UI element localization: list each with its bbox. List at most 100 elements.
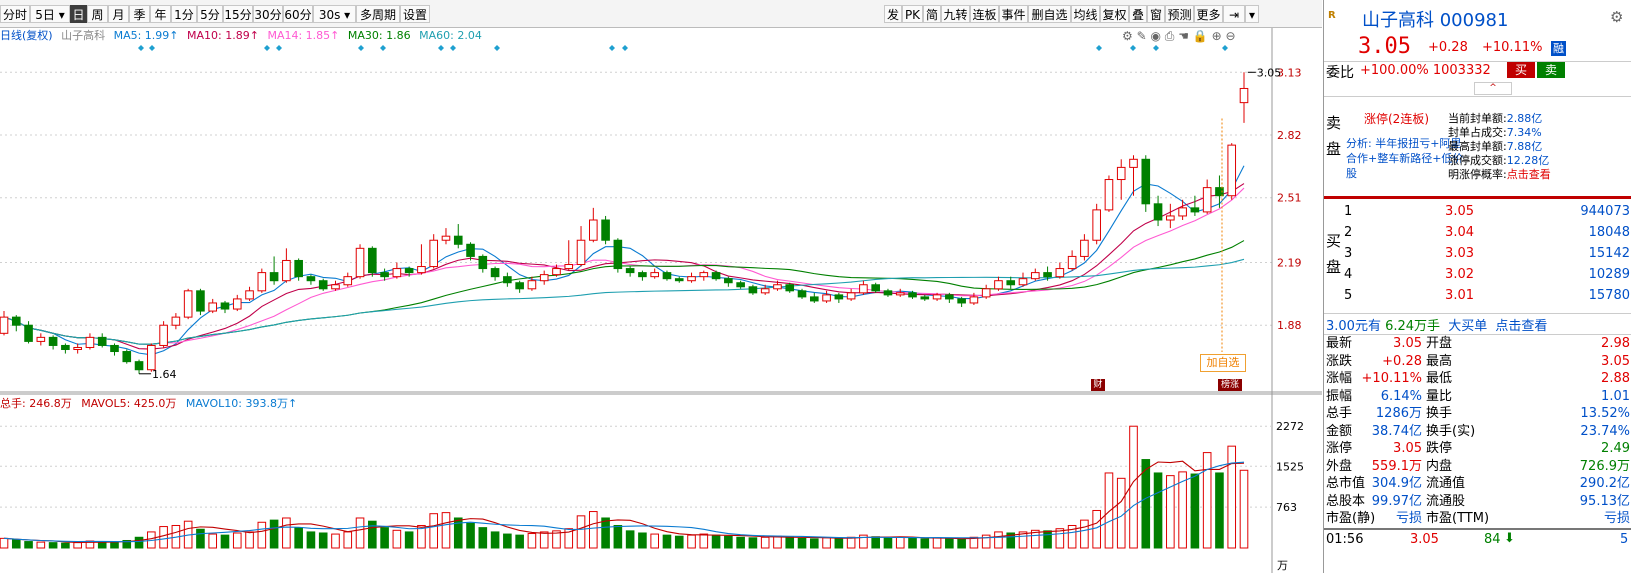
period-tab-9[interactable]: 15分 xyxy=(223,5,253,23)
candle-body xyxy=(220,302,230,310)
fullscreen-icon[interactable]: ⇥ xyxy=(1223,5,1245,23)
candle-body xyxy=(441,235,451,241)
period-tab-14[interactable]: 设置 xyxy=(400,5,430,23)
candle-body xyxy=(601,219,610,241)
volume-bar xyxy=(429,513,439,549)
period-tab-10[interactable]: 30分 xyxy=(253,5,283,23)
volume-bar xyxy=(662,534,672,549)
candle-body xyxy=(515,282,524,290)
limit-stat-row[interactable]: 明涨停概率:点击查看 xyxy=(1448,166,1551,182)
candle xyxy=(306,274,316,285)
print-icon[interactable]: ⎙ xyxy=(1165,29,1175,43)
volume-bar xyxy=(638,532,647,549)
candle xyxy=(220,300,230,314)
tool-button-3[interactable]: 九转 xyxy=(941,5,970,23)
lock-icon[interactable]: 🔒 xyxy=(1193,29,1208,43)
candle-body xyxy=(429,239,439,268)
tool-button-5[interactable]: 事件 xyxy=(999,5,1028,23)
tool-button-4[interactable]: 连板 xyxy=(970,5,999,23)
top-gainer-badge[interactable]: 榜涨 xyxy=(1218,379,1242,391)
volume-bar xyxy=(539,531,549,549)
tool-button-1[interactable]: PK xyxy=(902,5,923,23)
bid-row[interactable]: 5 3.01 15780 xyxy=(1342,286,1631,306)
period-tab-1[interactable]: 5日 ▾ xyxy=(30,5,70,23)
buy-button[interactable]: 买 xyxy=(1507,62,1535,78)
period-tab-4[interactable]: 月 xyxy=(108,5,129,23)
volume-bar xyxy=(159,526,168,549)
period-tab-12[interactable]: 30s ▾ xyxy=(313,5,356,23)
tick-volume: 84 xyxy=(1484,532,1501,547)
tool-button-2[interactable]: 简 xyxy=(923,5,941,23)
quote-stat-value: 290.2亿 xyxy=(1579,476,1630,491)
quote-stat-row: 总手 1286万 换手 13.52% xyxy=(1324,405,1631,423)
collapse-toggle[interactable]: ^ xyxy=(1474,82,1512,95)
bid-row[interactable]: 3 3.03 15142 xyxy=(1342,244,1631,264)
bid-row[interactable]: 2 3.04 18048 xyxy=(1342,223,1631,243)
big-order-link[interactable]: 点击查看 xyxy=(1495,319,1547,334)
candle-body xyxy=(85,336,95,348)
tool-button-12[interactable]: 更多 xyxy=(1194,5,1223,23)
period-tab-13[interactable]: 多周期 xyxy=(356,5,400,23)
zoom-out-icon[interactable]: ⊖ xyxy=(1226,29,1236,43)
candle-body xyxy=(1166,215,1175,221)
draw-pen-icon[interactable]: ✎ xyxy=(1137,29,1147,43)
period-tab-7[interactable]: 1分 xyxy=(171,5,197,23)
finance-badge[interactable]: 财 xyxy=(1091,379,1105,391)
volume-bar xyxy=(625,530,635,549)
low-label: 1.64 xyxy=(152,368,177,381)
period-tab-6[interactable]: 年 xyxy=(150,5,171,23)
period-tab-3[interactable]: 周 xyxy=(87,5,108,23)
add-watchlist-button[interactable]: 加自选 xyxy=(1200,354,1246,372)
quote-stat-row: 总市值 304.9亿 流通值 290.2亿 xyxy=(1324,475,1631,493)
price-tick-label: 2.51 xyxy=(1277,192,1302,205)
quote-stat-label: 内盘 xyxy=(1426,458,1453,474)
tool-button-7[interactable]: 均线 xyxy=(1071,5,1100,23)
limit-analysis[interactable]: 分析: 半年报扭亏+阿里合作+整车新路径+低价股 xyxy=(1346,136,1464,181)
candle-body xyxy=(773,284,782,290)
tool-button-6[interactable]: 删自选 xyxy=(1028,5,1071,23)
gear-icon[interactable]: ⚙ xyxy=(1610,8,1623,26)
candle-body xyxy=(699,272,709,278)
quote-stat-value: 1.01 xyxy=(1601,388,1630,404)
bid-row[interactable]: 1 3.05 944073 xyxy=(1342,202,1631,222)
tool-button-8[interactable]: 复权 xyxy=(1100,5,1129,23)
volume-bar xyxy=(257,521,267,549)
period-tab-5[interactable]: 季 xyxy=(129,5,150,23)
bid-price: 3.01 xyxy=(1445,288,1474,303)
candle xyxy=(1067,250,1077,271)
tool-button-11[interactable]: 预测 xyxy=(1165,5,1194,23)
period-tab-8[interactable]: 5分 xyxy=(197,5,223,23)
period-tab-11[interactable]: 60分 xyxy=(283,5,313,23)
sell-button[interactable]: 卖 xyxy=(1537,62,1565,78)
volume-bar xyxy=(1190,473,1200,549)
settings-icon[interactable]: ⚙ xyxy=(1122,29,1133,43)
tool-button-0[interactable]: 发 xyxy=(884,5,902,23)
candle-body xyxy=(1067,255,1077,270)
bid-level: 5 xyxy=(1344,288,1353,303)
quote-stat-label: 最低 xyxy=(1426,371,1453,386)
candle xyxy=(1178,199,1187,220)
kline-chart[interactable]: 3.132.822.512.191.88 22721525763万 3.051.… xyxy=(0,0,1322,573)
volume-bar xyxy=(343,531,353,549)
sell-side-label: 卖盘 xyxy=(1326,114,1342,158)
candle-body xyxy=(1129,158,1138,168)
hand-icon[interactable]: ☚ xyxy=(1178,29,1189,43)
event-marker-icon xyxy=(1130,45,1136,51)
eye-icon[interactable]: ◉ xyxy=(1150,29,1160,43)
chevron-down-icon[interactable]: ▾ xyxy=(1245,5,1259,23)
candle xyxy=(1141,155,1151,212)
ma60-label: MA60: 2.04 xyxy=(419,29,482,42)
period-tab-0[interactable]: 分时 xyxy=(0,5,30,23)
zoom-in-icon[interactable]: ⊕ xyxy=(1212,29,1222,43)
volume-bar xyxy=(699,533,709,549)
volume-bar xyxy=(36,541,46,549)
volume-total-label: 总手: 246.8万 xyxy=(0,397,72,410)
bid-row[interactable]: 4 3.02 10289 xyxy=(1342,265,1631,285)
volume-bar xyxy=(1178,471,1187,549)
volume-bar xyxy=(994,531,1003,549)
period-tab-2[interactable]: 日 xyxy=(70,5,87,23)
tool-button-9[interactable]: 叠 xyxy=(1129,5,1147,23)
candle xyxy=(564,240,574,271)
tool-button-10[interactable]: 窗 xyxy=(1147,5,1165,23)
candle-body xyxy=(809,296,819,302)
